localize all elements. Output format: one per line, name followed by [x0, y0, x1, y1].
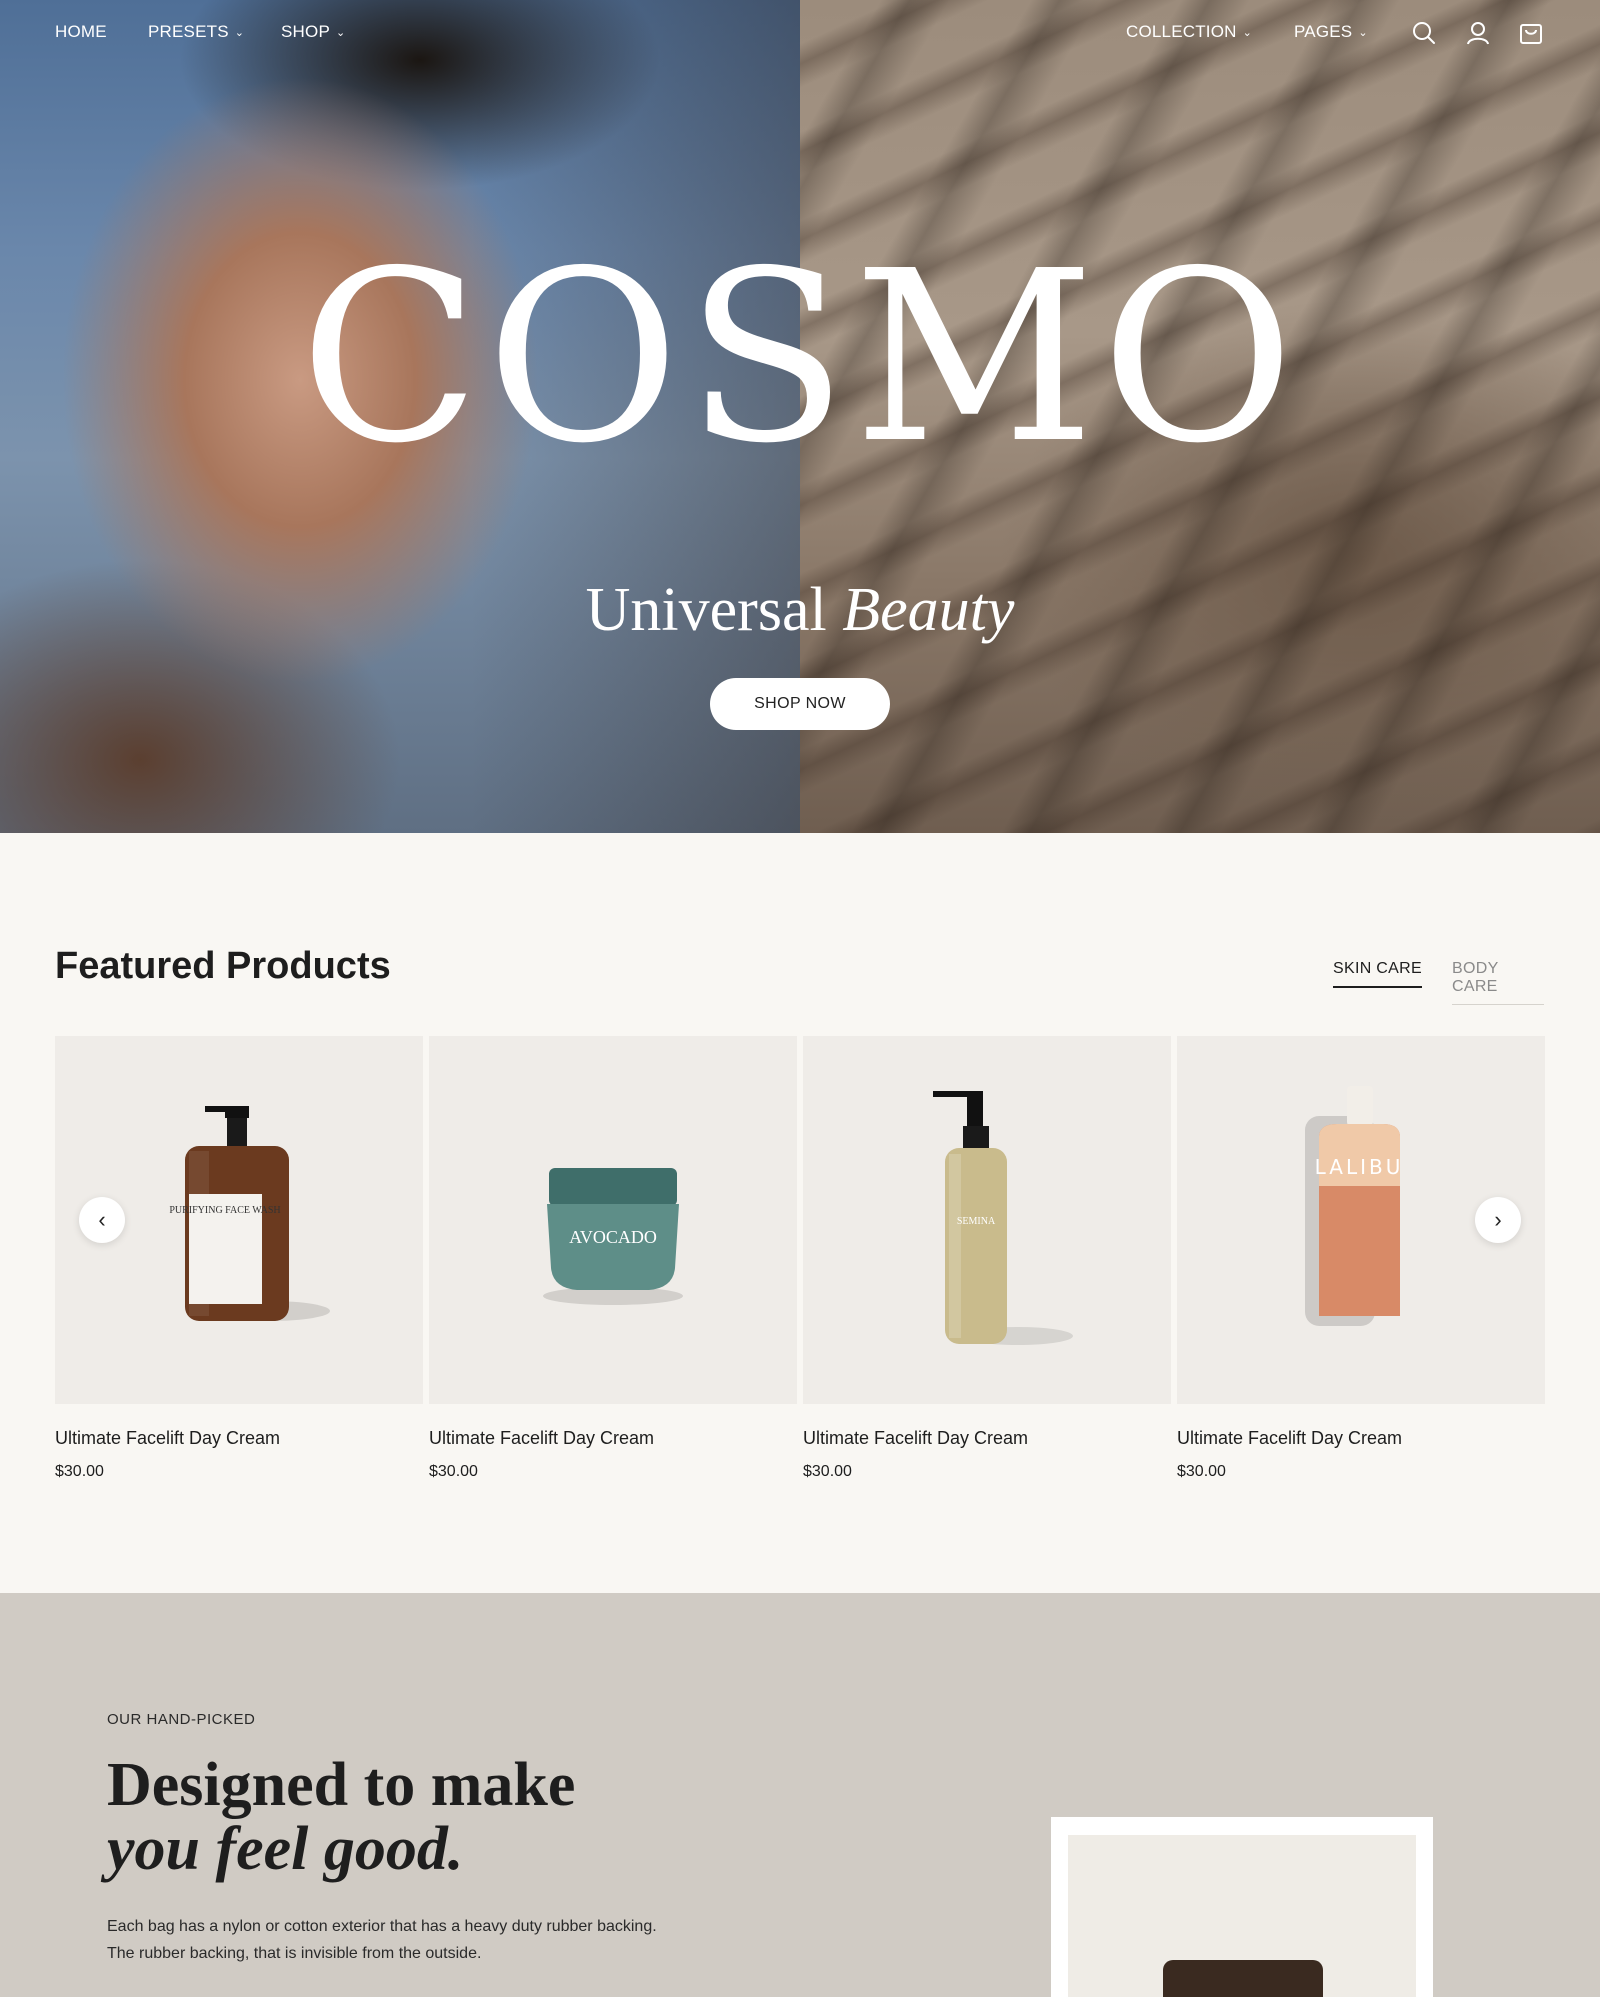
product-card[interactable]: PURIFYING FACE WASH Ultimate Facelift Da… [55, 1036, 423, 1481]
product-name[interactable]: Ultimate Facelift Day Cream [55, 1428, 423, 1449]
chevron-down-icon: ⌄ [234, 26, 245, 39]
nav-item-home[interactable]: HOME [55, 22, 107, 42]
product-label-text: AVOCADO [569, 1227, 657, 1247]
promo-description: Each bag has a nylon or cotton exterior … [107, 1918, 657, 1962]
tagline-italic: Beauty [842, 576, 1015, 644]
product-label-text: SEMINA [957, 1216, 996, 1227]
carousel-next-button[interactable]: › [1475, 1197, 1521, 1243]
nav-item-label: PAGES [1294, 22, 1353, 41]
promo-eyebrow: OUR HAND-PICKED [107, 1711, 256, 1728]
product-price: $30.00 [1177, 1463, 1226, 1480]
chevron-right-icon: › [1494, 1207, 1502, 1232]
shop-now-button[interactable]: SHOP NOW [710, 678, 890, 730]
teal-jar-icon: AVOCADO [543, 1168, 683, 1305]
chevron-down-icon: ⌄ [1358, 26, 1368, 39]
product-label-text: PURIFYING FACE WASH [169, 1205, 280, 1216]
promo-section: OUR HAND-PICKED Designed to make you fee… [0, 1593, 1600, 1997]
nav-item-shop[interactable]: SHOP ⌄ [281, 22, 345, 42]
product-name[interactable]: Ultimate Facelift Day Cream [1177, 1428, 1545, 1449]
product-image[interactable]: SEMINA [803, 1036, 1171, 1404]
chevron-left-icon: ‹ [98, 1207, 106, 1232]
nav-item-label: COLLECTION [1126, 22, 1237, 41]
nav-item-pages[interactable]: PAGES ⌄ [1294, 22, 1368, 42]
product-name[interactable]: Ultimate Facelift Day Cream [803, 1428, 1171, 1449]
promo-image-frame [1051, 1817, 1433, 1997]
tab-body-care[interactable]: BODY CARE [1452, 960, 1544, 1005]
product-price: $30.00 [803, 1463, 852, 1480]
featured-products-title: Featured Products [55, 945, 391, 987]
promo-product-image [1068, 1835, 1416, 1997]
product-price: $30.00 [55, 1463, 104, 1480]
headline-line-1: Designed to make [107, 1751, 576, 1819]
cart-icon[interactable] [1518, 20, 1544, 46]
product-card[interactable]: LALIBU Ultimate Facelift Day Cream $30.0… [1177, 1036, 1545, 1481]
hero-tagline: Universal Beauty [0, 575, 1600, 646]
product-price: $30.00 [429, 1463, 478, 1480]
nav-item-presets[interactable]: PRESETS ⌄ [148, 22, 244, 42]
product-image[interactable]: AVOCADO [429, 1036, 797, 1404]
user-icon[interactable] [1465, 20, 1491, 46]
chevron-down-icon: ⌄ [1242, 26, 1253, 39]
product-card[interactable]: SEMINA Ultimate Facelift Day Cream $30.0… [803, 1036, 1171, 1481]
top-nav: HOME PRESETS ⌄ SHOP ⌄ COLLECTION ⌄ PAGES… [0, 0, 1600, 64]
brand-title: COSMO [299, 220, 1301, 495]
product-card[interactable]: AVOCADO Ultimate Facelift Day Cream $30.… [429, 1036, 797, 1481]
nav-item-label: HOME [55, 22, 107, 41]
nav-item-label: SHOP [281, 22, 330, 41]
tagline-regular: Universal [585, 576, 827, 644]
nav-item-label: PRESETS [148, 22, 229, 41]
headline-line-2: you feel good. [107, 1815, 464, 1883]
carousel-prev-button[interactable]: ‹ [79, 1197, 125, 1243]
jar-icon [1163, 1960, 1323, 1997]
tab-skin-care[interactable]: SKIN CARE [1333, 960, 1422, 988]
promo-headline: Designed to make you feel good. [107, 1753, 575, 1881]
hero-banner: HOME PRESETS ⌄ SHOP ⌄ COLLECTION ⌄ PAGES… [0, 0, 1600, 833]
product-label-text: LALIBU [1315, 1155, 1404, 1179]
clear-pump-bottle-icon: SEMINA [933, 1091, 1073, 1345]
nav-item-collection[interactable]: COLLECTION ⌄ [1126, 22, 1252, 42]
search-icon[interactable] [1411, 20, 1437, 46]
product-name[interactable]: Ultimate Facelift Day Cream [429, 1428, 797, 1449]
chevron-down-icon: ⌄ [335, 26, 346, 39]
